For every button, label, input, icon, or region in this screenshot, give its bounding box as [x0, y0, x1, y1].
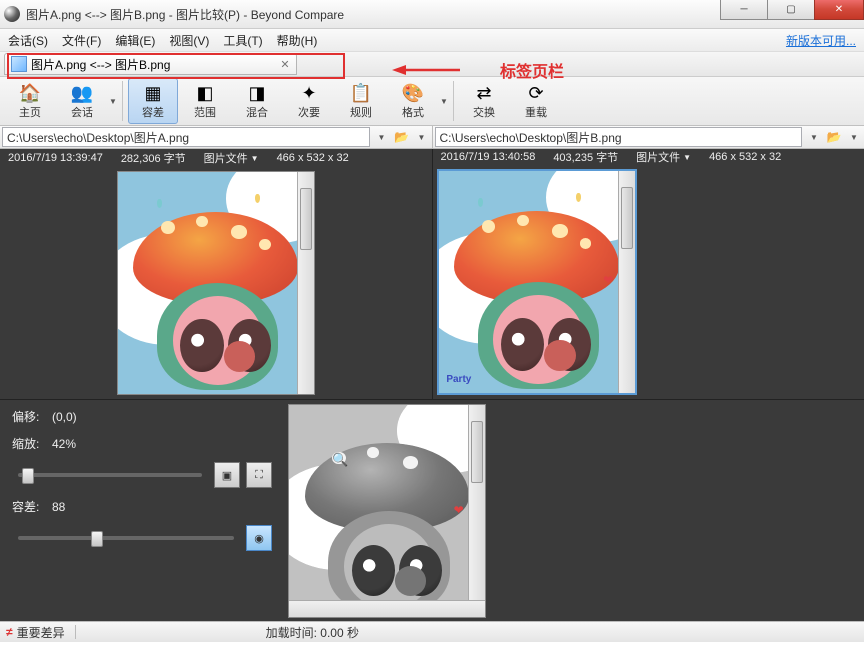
app-icon [4, 6, 20, 22]
statusbar: ≠ 重要差异 加载时间: 0.00 秒 [0, 621, 864, 642]
tolerance-mode-button[interactable]: ◉ [246, 525, 272, 551]
right-image: 🔍 ☂ ❤ Party [437, 169, 637, 395]
format-dropdown[interactable]: ▼ [439, 97, 449, 106]
scrollbar-vertical[interactable] [297, 172, 314, 394]
actual-size-button[interactable]: ⛶ [246, 462, 272, 488]
home-button[interactable]: 🏠主页 [5, 78, 55, 124]
not-equal-icon: ≠ [6, 625, 13, 639]
tab-label: 图片A.png <--> 图片B.png [31, 56, 170, 73]
tolerance-row: 容差: 88 [12, 498, 272, 515]
left-path-section: C:\Users\echo\Desktop\图片A.png ▼ 📂 ▼ [0, 126, 433, 148]
menu-edit[interactable]: 编辑(E) [115, 32, 155, 49]
toolbar: 🏠主页 👥会话 ▼ ▦容差 ◧范围 ◨混合 ✦次要 📋规则 🎨格式 ▼ ⇄交换 … [0, 77, 864, 126]
left-dimensions: 466 x 532 x 32 [277, 152, 349, 164]
tab-close-icon[interactable]: ✕ [280, 58, 289, 71]
secondary-icon: ✦ [298, 82, 320, 104]
maximize-button[interactable]: ▢ [767, 0, 815, 20]
right-dimensions: 466 x 532 x 32 [709, 151, 781, 163]
right-type-dropdown[interactable]: 图片文件▼ [636, 149, 691, 165]
format-icon: 🎨 [402, 82, 424, 104]
menubar: 会话(S) 文件(F) 编辑(E) 视图(V) 工具(T) 帮助(H) 新版本可… [0, 29, 864, 52]
blend-button[interactable]: ◨混合 [232, 78, 282, 124]
home-icon: 🏠 [19, 82, 41, 104]
zoom-slider[interactable] [18, 473, 202, 477]
right-browse-dropdown[interactable]: ▼ [845, 128, 863, 146]
zoom-label: 缩放: [12, 435, 52, 452]
left-type-dropdown[interactable]: 图片文件▼ [204, 150, 259, 166]
status-diff: 重要差异 [17, 624, 65, 641]
range-icon: ◧ [194, 82, 216, 104]
right-path-section: C:\Users\echo\Desktop\图片B.png ▼ 📂 ▼ [433, 126, 864, 148]
reload-button[interactable]: ⟳重载 [511, 78, 561, 124]
tolerance-value: 88 [52, 500, 98, 514]
controls-panel: 偏移: (0,0) 缩放: 42% ▣ ⛶ 容差: 88 ◉ [0, 400, 284, 621]
right-image-view[interactable]: 🔍 ☂ ❤ Party [433, 165, 864, 399]
path-bar: C:\Users\echo\Desktop\图片A.png ▼ 📂 ▼ C:\U… [0, 126, 864, 149]
tab-bar: 图片A.png <--> 图片B.png ✕ [0, 52, 864, 77]
left-browse-dropdown[interactable]: ▼ [413, 128, 431, 146]
right-history-dropdown[interactable]: ▼ [805, 128, 823, 146]
offset-label: 偏移: [12, 408, 52, 425]
left-history-dropdown[interactable]: ▼ [373, 128, 391, 146]
format-button[interactable]: 🎨格式 [388, 78, 438, 124]
left-path-input[interactable]: C:\Users\echo\Desktop\图片A.png [2, 127, 370, 147]
zoom-value: 42% [52, 437, 98, 451]
menu-view[interactable]: 视图(V) [169, 32, 209, 49]
swap-button[interactable]: ⇄交换 [459, 78, 509, 124]
menu-file[interactable]: 文件(F) [62, 32, 101, 49]
diff-image: 🔍 ❤ Party [288, 404, 486, 618]
picture-compare-icon [11, 56, 27, 72]
session-tab[interactable]: 图片A.png <--> 图片B.png ✕ [4, 53, 297, 75]
scrollbar-horizontal[interactable] [289, 600, 485, 617]
separator [75, 625, 76, 639]
scrollbar-vertical[interactable] [468, 405, 485, 617]
bottom-panel: 偏移: (0,0) 缩放: 42% ▣ ⛶ 容差: 88 ◉ [0, 399, 864, 621]
right-browse-icon[interactable]: 📂 [825, 128, 843, 146]
right-timestamp: 2016/7/19 13:40:58 [441, 151, 536, 163]
tolerance-button[interactable]: ▦容差 [128, 78, 178, 124]
reload-icon: ⟳ [525, 82, 547, 104]
rules-button[interactable]: 📋规则 [336, 78, 386, 124]
range-button[interactable]: ◧范围 [180, 78, 230, 124]
sessions-dropdown[interactable]: ▼ [108, 97, 118, 106]
left-size: 282,306 字节 [121, 150, 186, 166]
right-path-input[interactable]: C:\Users\echo\Desktop\图片B.png [435, 127, 803, 147]
scrollbar-vertical[interactable] [618, 171, 635, 393]
minimize-button[interactable]: ─ [720, 0, 768, 20]
offset-value: (0,0) [52, 410, 98, 424]
compare-area: 2016/7/19 13:39:47 282,306 字节 图片文件▼ 466 … [0, 149, 864, 399]
titlebar: 图片A.png <--> 图片B.png - 图片比较(P) - Beyond … [0, 0, 864, 29]
menu-tools[interactable]: 工具(T) [223, 32, 262, 49]
sessions-icon: 👥 [71, 82, 93, 104]
left-timestamp: 2016/7/19 13:39:47 [8, 152, 103, 164]
secondary-button[interactable]: ✦次要 [284, 78, 334, 124]
sessions-button[interactable]: 👥会话 [57, 78, 107, 124]
blend-icon: ◨ [246, 82, 268, 104]
left-image-panel: 2016/7/19 13:39:47 282,306 字节 图片文件▼ 466 … [0, 149, 433, 399]
separator [122, 81, 123, 121]
swap-icon: ⇄ [473, 82, 495, 104]
offset-row: 偏移: (0,0) [12, 408, 272, 425]
status-load-time: 加载时间: 0.00 秒 [266, 624, 359, 641]
fit-to-window-button[interactable]: ▣ [214, 462, 240, 488]
left-image [117, 171, 315, 395]
separator [453, 81, 454, 121]
close-button[interactable]: ✕ [814, 0, 864, 20]
menu-session[interactable]: 会话(S) [8, 32, 48, 49]
update-link[interactable]: 新版本可用... [786, 32, 856, 49]
menu-help[interactable]: 帮助(H) [277, 32, 318, 49]
rules-icon: 📋 [350, 82, 372, 104]
zoom-row: 缩放: 42% [12, 435, 272, 452]
right-image-panel: 2016/7/19 13:40:58 403,235 字节 图片文件▼ 466 … [433, 149, 864, 399]
left-browse-icon[interactable]: 📂 [393, 128, 411, 146]
left-info-strip: 2016/7/19 13:39:47 282,306 字节 图片文件▼ 466 … [0, 149, 432, 167]
right-size: 403,235 字节 [553, 149, 618, 165]
tolerance-icon: ▦ [142, 82, 164, 104]
left-image-view[interactable] [0, 167, 432, 399]
diff-view[interactable]: 🔍 ❤ Party [284, 400, 864, 621]
right-info-strip: 2016/7/19 13:40:58 403,235 字节 图片文件▼ 466 … [433, 149, 864, 165]
tolerance-label: 容差: [12, 498, 52, 515]
tolerance-slider[interactable] [18, 536, 234, 540]
